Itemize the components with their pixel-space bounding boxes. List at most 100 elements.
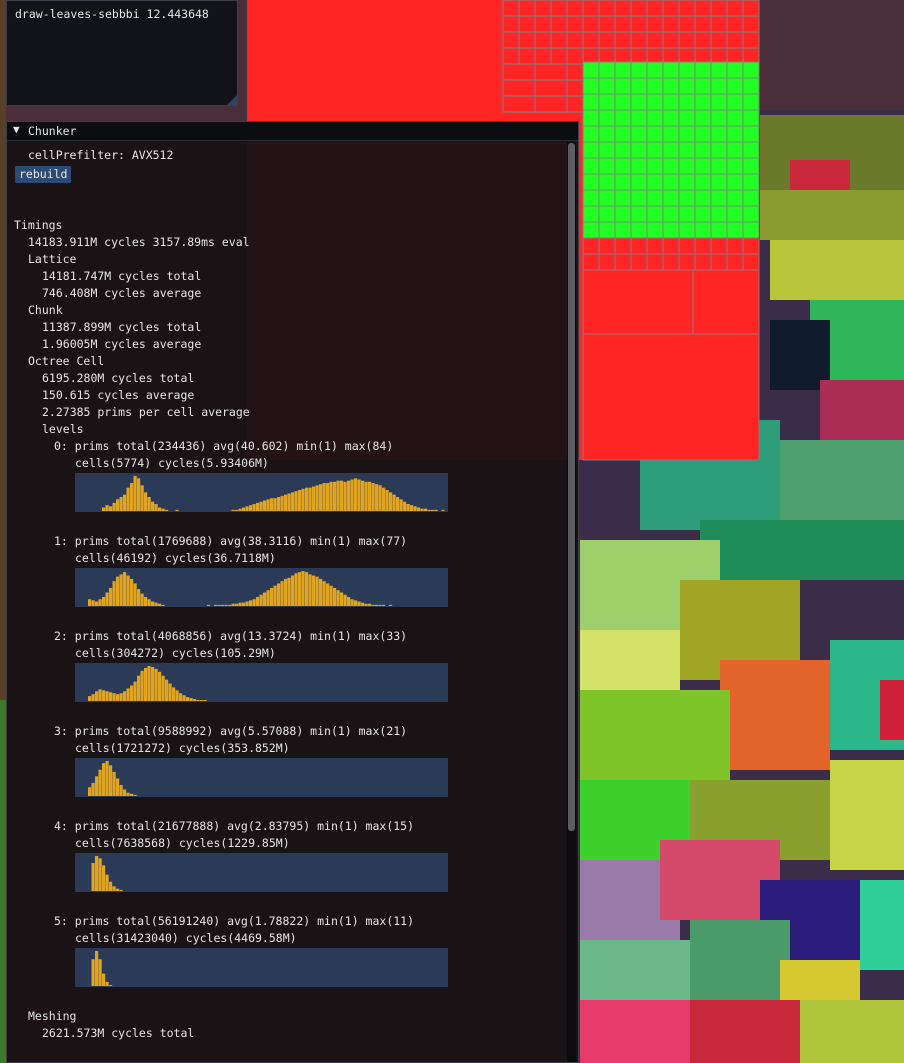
- grid-cell: [662, 31, 680, 49]
- histogram-bar: [431, 509, 435, 511]
- histogram-bar: [91, 782, 95, 796]
- grid-cell: [598, 77, 616, 95]
- grid-cell: [630, 157, 648, 175]
- grid-cell: [694, 141, 712, 159]
- chunker-titlebar[interactable]: ▼ Chunker: [7, 122, 578, 141]
- grid-cell: [694, 173, 712, 191]
- histogram-bar: [91, 694, 95, 701]
- histogram-bar: [126, 688, 130, 701]
- grid-cell: [694, 77, 712, 95]
- histogram-bar: [319, 484, 323, 511]
- grid-cell: [694, 0, 712, 17]
- grid-cell: [582, 173, 600, 191]
- histogram-bar: [389, 492, 393, 511]
- grid-cell: [502, 95, 536, 113]
- histogram-bar: [112, 693, 116, 701]
- histogram-bar: [158, 671, 162, 701]
- resize-grip-icon[interactable]: [227, 95, 237, 105]
- histogram-bar: [378, 604, 382, 606]
- grid-cell: [598, 221, 616, 239]
- histogram-bar: [151, 666, 155, 701]
- grid-cell: [630, 205, 648, 223]
- lattice-total: 14181.747M cycles total: [42, 269, 202, 283]
- grid-cell: [598, 125, 616, 143]
- histogram-bar: [389, 604, 393, 606]
- grid-cell: [598, 109, 616, 127]
- grid-cell: [710, 141, 728, 159]
- grid-cell: [694, 205, 712, 223]
- grid-cell: [614, 109, 632, 127]
- grid-cell: [694, 15, 712, 33]
- grid-cell: [742, 93, 760, 111]
- level-2-prims: 2: prims total(4068856) avg(13.3724) min…: [54, 629, 408, 643]
- scrollbar-thumb[interactable]: [568, 143, 575, 831]
- grid-cell: [694, 109, 712, 127]
- grid-cell: [614, 31, 632, 49]
- histogram-bar: [140, 593, 144, 606]
- histogram-bar: [245, 506, 249, 511]
- histogram-bar: [172, 687, 176, 701]
- grid-cell: [614, 173, 632, 191]
- histogram-bar: [382, 487, 386, 511]
- histogram-bar: [105, 761, 109, 796]
- level-5-cells: cells(31423040) cycles(4469.58M): [75, 931, 297, 945]
- histogram-bar: [200, 700, 204, 701]
- lattice-heading: Lattice: [28, 252, 77, 266]
- grid-cell: [662, 205, 680, 223]
- grid-cell: [550, 15, 568, 33]
- histogram-bar: [130, 578, 134, 606]
- chunk-heading: Chunk: [28, 303, 63, 317]
- histogram-bar: [224, 604, 228, 606]
- histogram-bar: [277, 497, 281, 511]
- grid-cell: [582, 125, 600, 143]
- grid-cell: [694, 221, 712, 239]
- histogram-bar: [277, 583, 281, 606]
- histogram-bar: [343, 594, 347, 606]
- grid-cell: [534, 47, 552, 65]
- histogram-bar: [91, 863, 95, 891]
- grid-cell: [646, 189, 664, 207]
- grid-cell: [726, 93, 744, 111]
- grid-cell: [726, 141, 744, 159]
- vertical-scrollbar[interactable]: [567, 142, 576, 1062]
- octree-average: 150.615 cycles average: [42, 388, 195, 402]
- timer-text: draw-leaves-sebbbi 12.443648: [15, 7, 209, 21]
- grid-cell: [646, 173, 664, 191]
- grid-cell: [662, 15, 680, 33]
- level-3-prims: 3: prims total(9588992) avg(5.57088) min…: [54, 724, 408, 738]
- level-4-histogram: [75, 853, 448, 892]
- levels-heading: levels: [42, 422, 84, 436]
- grid-cell: [630, 253, 648, 271]
- level-1-histogram: [75, 568, 448, 607]
- histogram-bar: [158, 603, 162, 606]
- grid-cell: [678, 125, 696, 143]
- histogram-bar: [88, 787, 92, 796]
- grid-cell: [678, 31, 696, 49]
- histogram-bar: [126, 792, 130, 796]
- histogram-svg: [88, 666, 207, 701]
- histogram-bar: [291, 575, 295, 606]
- histogram-bar: [238, 508, 242, 511]
- grid-cell: [598, 189, 616, 207]
- grid-cell: [694, 189, 712, 207]
- histogram-svg: [88, 571, 393, 606]
- rebuild-button[interactable]: rebuild: [15, 166, 72, 183]
- grid-cell: [662, 189, 680, 207]
- histogram-bar: [116, 778, 120, 796]
- grid-cell: [502, 47, 520, 65]
- histogram-bar: [203, 700, 207, 701]
- histogram-bar: [298, 572, 302, 606]
- grid-cell: [742, 189, 760, 207]
- histogram-bar: [98, 599, 102, 606]
- collapse-triangle-icon[interactable]: ▼: [13, 123, 20, 136]
- grid-cell: [742, 253, 760, 271]
- level-2-cells: cells(304272) cycles(105.29M): [75, 646, 276, 660]
- level-5-histogram: [75, 948, 448, 987]
- grid-cell: [662, 237, 680, 255]
- histogram-svg: [91, 951, 113, 986]
- histogram-bar: [88, 599, 92, 606]
- grid-cell: [726, 61, 744, 79]
- grid-cell: [662, 109, 680, 127]
- histogram-bar: [102, 507, 106, 511]
- histogram-bar: [364, 603, 368, 606]
